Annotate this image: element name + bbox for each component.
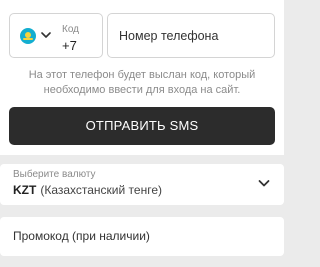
- phone-number-placeholder: Номер телефона: [119, 29, 219, 43]
- currency-code: KZT: [13, 183, 37, 197]
- currency-select[interactable]: Выберите валюту KZT (Казахстанский тенге): [0, 164, 284, 205]
- promo-code-placeholder: Промокод (при наличии): [13, 229, 150, 243]
- currency-value: KZT (Казахстанский тенге): [13, 183, 162, 198]
- country-code-select[interactable]: Код +7: [9, 13, 103, 58]
- sms-hint-line: На этот телефон будет выслан код, которы…: [28, 69, 256, 81]
- chevron-down-icon: [258, 180, 270, 187]
- country-code-label: Код: [62, 24, 80, 35]
- phone-form-card: Код +7 Номер телефона На этот телефон бу…: [0, 0, 284, 155]
- currency-label: Выберите валюту: [13, 169, 96, 180]
- country-code-value: +7: [62, 38, 77, 53]
- sms-hint-line: необходимо ввести для входа на сайт.: [43, 83, 241, 96]
- promo-code-input[interactable]: Промокод (при наличии): [0, 217, 284, 256]
- currency-name: (Казахстанский тенге): [40, 183, 162, 197]
- phone-number-input[interactable]: Номер телефона: [107, 13, 275, 58]
- sms-hint-text: На этот телефон будет выслан код, которы…: [0, 68, 284, 97]
- send-sms-button[interactable]: ОТПРАВИТЬ SMS: [9, 107, 275, 145]
- kazakhstan-flag-icon: [20, 28, 36, 44]
- chevron-down-icon: [41, 32, 51, 38]
